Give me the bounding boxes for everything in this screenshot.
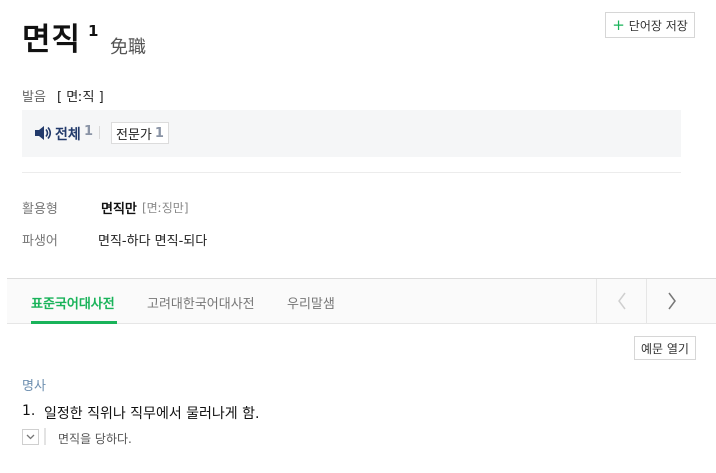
example-toggle-button[interactable] [22, 429, 39, 445]
inflection-pronunciation: [면ː징만] [142, 201, 189, 215]
save-button-label: 단어장 저장 [628, 18, 688, 33]
tab-standard-dictionary[interactable]: 표준국어대사전 [31, 293, 115, 312]
sense-number: 1. [22, 403, 36, 419]
inflection-word: 면직만 [101, 202, 137, 217]
active-tab-indicator [31, 321, 117, 324]
audio-all-count: 1 [84, 124, 94, 139]
section-divider [22, 172, 681, 173]
example-bar [44, 428, 46, 445]
pronunciation-value: [ 면ː직 ] [57, 90, 104, 105]
derivative-label: 파생어 [22, 234, 58, 249]
prev-tab-button[interactable] [597, 279, 647, 323]
sense-definition: 일정한 직위나 직무에서 물러나게 함. [44, 406, 260, 422]
chevron-left-icon [618, 292, 626, 310]
audio-all-label[interactable]: 전체 [55, 124, 81, 144]
example-sentence: 면직을 당하다. [58, 432, 132, 446]
divider [99, 126, 100, 139]
homonym-number: 1 [88, 22, 99, 40]
tab-korea-univ-dictionary[interactable]: 고려대한국어대사전 [147, 293, 255, 312]
inflection-label: 활용형 [22, 202, 58, 217]
speaker-icon[interactable] [34, 125, 52, 141]
hanja-origin: 免職 [110, 37, 146, 58]
pronunciation-label: 발음 [22, 90, 46, 105]
derivative-words[interactable]: 면직-하다 면직-되다 [98, 230, 207, 249]
part-of-speech: 명사 [22, 379, 46, 394]
headword: 면직 [22, 22, 82, 58]
save-to-wordbook-button[interactable]: + 단어장 저장 [605, 12, 695, 38]
open-examples-button[interactable]: 예문 열기 [634, 336, 696, 360]
chevron-down-icon [26, 434, 35, 440]
next-tab-button[interactable] [647, 279, 697, 323]
plus-icon: + [612, 15, 625, 34]
tab-urimalsaem[interactable]: 우리말샘 [287, 293, 335, 312]
expert-label: 전문가 [116, 127, 152, 143]
expert-count: 1 [154, 125, 164, 141]
expert-audio-button[interactable]: 전문가 1 [111, 122, 169, 144]
chevron-right-icon [668, 292, 676, 310]
